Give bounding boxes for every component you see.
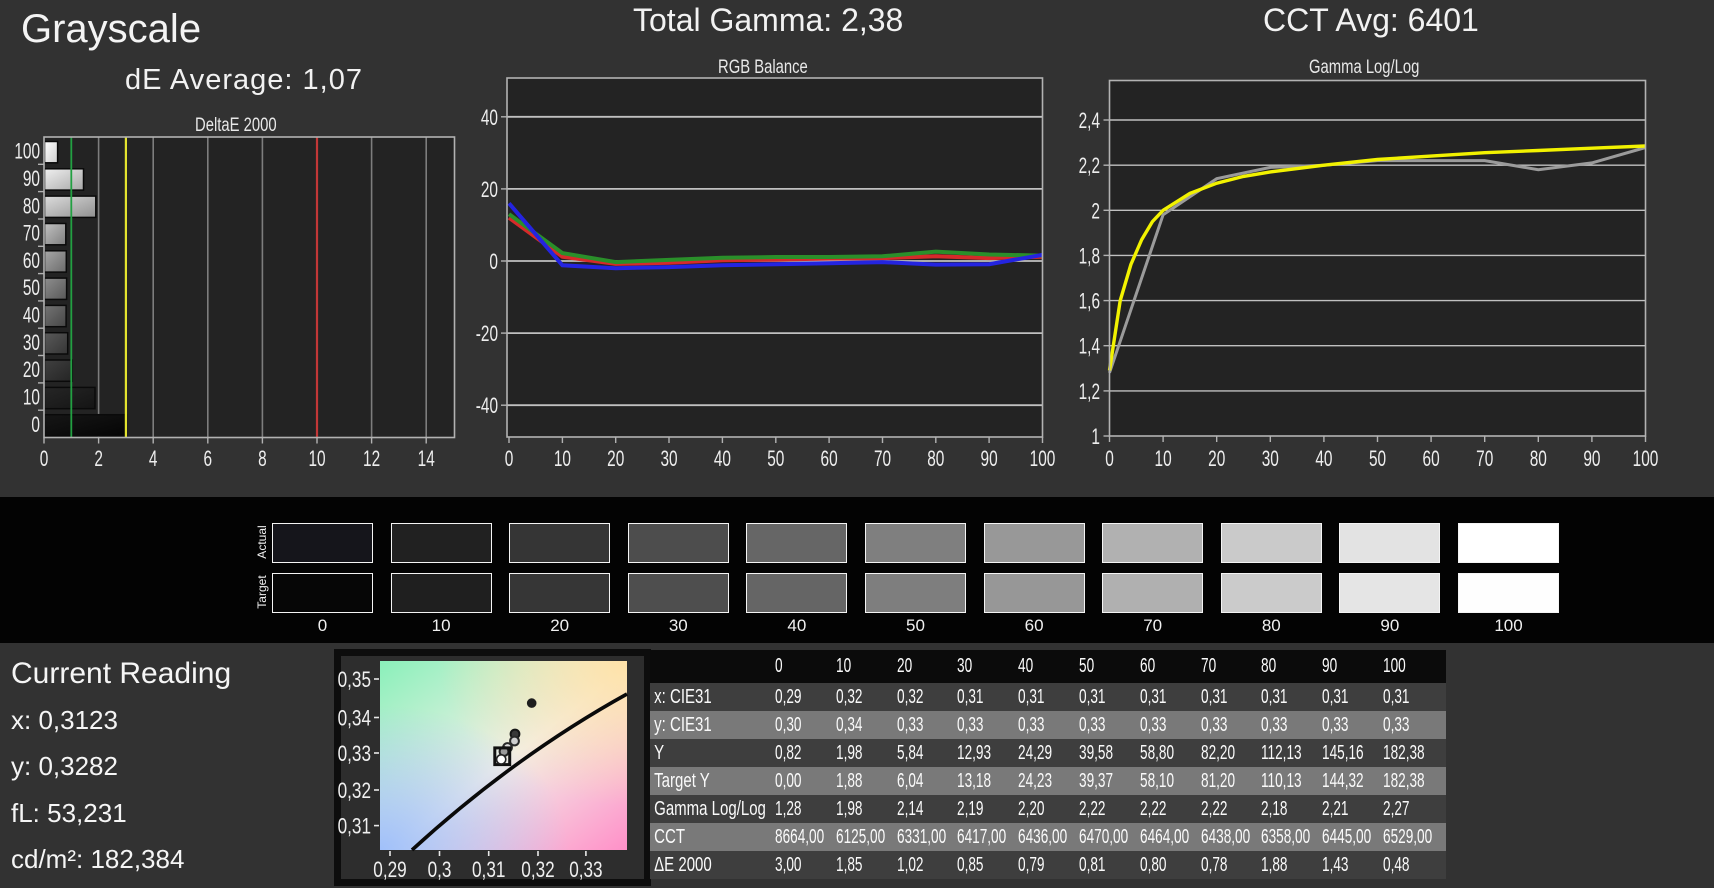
svg-text:80: 80 [23, 195, 40, 219]
svg-text:40: 40 [23, 304, 40, 328]
svg-text:90: 90 [981, 447, 998, 471]
svg-text:60: 60 [23, 249, 40, 273]
svg-text:80: 80 [927, 447, 944, 471]
svg-text:2: 2 [1091, 200, 1100, 224]
svg-text:50: 50 [23, 277, 40, 301]
svg-text:2,2: 2,2 [1079, 155, 1100, 179]
svg-text:0: 0 [1105, 447, 1114, 471]
svg-text:90: 90 [1583, 447, 1600, 471]
svg-text:40: 40 [1315, 447, 1332, 471]
svg-text:100: 100 [1030, 447, 1056, 471]
svg-text:0,33: 0,33 [569, 858, 602, 883]
svg-text:6: 6 [204, 447, 213, 471]
svg-text:12: 12 [363, 447, 380, 471]
svg-text:1: 1 [1091, 425, 1100, 449]
svg-text:14: 14 [418, 447, 435, 471]
svg-text:0,3: 0,3 [428, 858, 452, 883]
svg-text:0,33: 0,33 [338, 742, 371, 767]
svg-text:10: 10 [308, 447, 325, 471]
svg-text:1,6: 1,6 [1079, 290, 1100, 314]
svg-text:0,34: 0,34 [338, 707, 371, 732]
svg-text:100: 100 [1633, 447, 1659, 471]
svg-text:0: 0 [505, 447, 514, 471]
svg-text:10: 10 [1155, 447, 1172, 471]
svg-text:30: 30 [1262, 447, 1279, 471]
svg-text:90: 90 [23, 167, 40, 191]
svg-text:30: 30 [660, 447, 677, 471]
svg-text:0: 0 [31, 413, 40, 437]
svg-text:0: 0 [489, 250, 498, 274]
svg-text:40: 40 [481, 106, 498, 130]
svg-text:20: 20 [23, 359, 40, 383]
svg-text:0,32: 0,32 [521, 858, 554, 883]
svg-text:0,29: 0,29 [373, 858, 406, 883]
svg-text:80: 80 [1530, 447, 1547, 471]
svg-text:0,31: 0,31 [472, 858, 505, 883]
svg-text:60: 60 [821, 447, 838, 471]
svg-text:30: 30 [23, 331, 40, 355]
svg-text:0,31: 0,31 [338, 815, 371, 840]
svg-text:2: 2 [94, 447, 103, 471]
svg-text:1,8: 1,8 [1079, 245, 1100, 269]
svg-text:20: 20 [607, 447, 624, 471]
svg-text:0,35: 0,35 [338, 668, 371, 693]
svg-text:10: 10 [23, 386, 40, 410]
svg-text:70: 70 [874, 447, 891, 471]
svg-text:4: 4 [149, 447, 158, 471]
svg-text:40: 40 [714, 447, 731, 471]
svg-text:0: 0 [40, 447, 49, 471]
svg-text:1,4: 1,4 [1079, 335, 1100, 359]
svg-text:20: 20 [1208, 447, 1225, 471]
svg-text:-20: -20 [476, 323, 498, 347]
svg-text:50: 50 [1369, 447, 1386, 471]
svg-text:60: 60 [1423, 447, 1440, 471]
svg-text:0,32: 0,32 [338, 779, 371, 804]
svg-text:50: 50 [767, 447, 784, 471]
svg-text:10: 10 [554, 447, 571, 471]
svg-text:1,2: 1,2 [1079, 380, 1100, 404]
svg-text:100: 100 [14, 140, 40, 164]
svg-text:70: 70 [23, 222, 40, 246]
svg-text:8: 8 [258, 447, 267, 471]
svg-text:70: 70 [1476, 447, 1493, 471]
svg-text:-40: -40 [476, 395, 498, 419]
svg-text:2,4: 2,4 [1079, 109, 1100, 133]
svg-text:20: 20 [481, 178, 498, 202]
